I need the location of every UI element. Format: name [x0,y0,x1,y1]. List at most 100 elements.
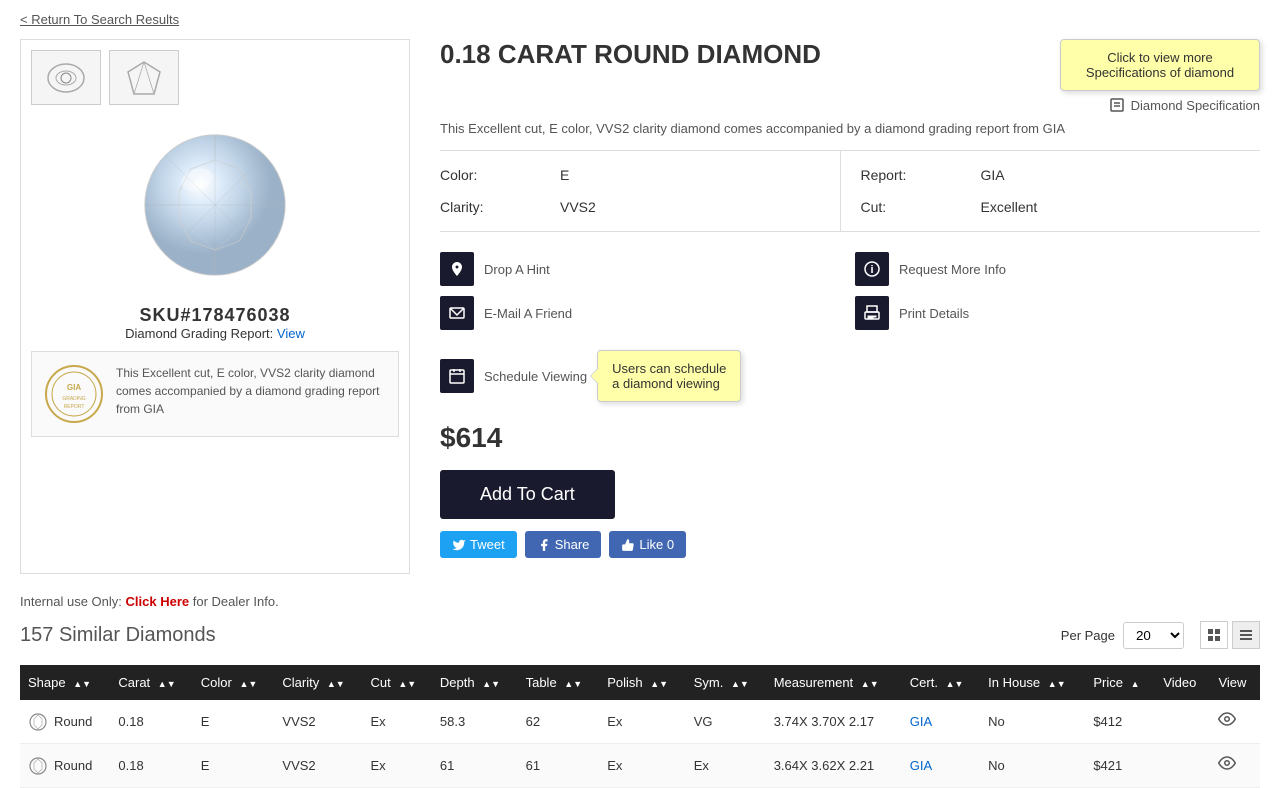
shape-value: Round [54,758,92,773]
request-info-action[interactable]: i Request More Info [855,252,1260,286]
sym-value: VG [686,700,766,744]
col-depth[interactable]: Depth ▲▼ [432,665,518,700]
video-value [1155,700,1210,744]
table-body: Round 0.18 E VVS2 Ex 58.3 62 Ex VG 3.74X… [20,700,1260,788]
fb-share-button[interactable]: Share [525,531,602,558]
svg-text:GIA: GIA [67,383,81,392]
sku-number: SKU#178476038 [31,305,399,326]
fb-like-button[interactable]: Like 0 [609,531,686,558]
diamond-main-image [31,115,399,295]
per-page-row: Per Page 20 10 50 100 [1061,622,1184,649]
table-row: Round 0.18 E VVS2 Ex 61 61 Ex Ex 3.64X 3… [20,744,1260,788]
color-value: E [193,744,275,788]
view-button[interactable] [1218,710,1236,733]
view-button[interactable] [1218,754,1236,777]
specs-col-left: Color: E Clarity: VVS2 [440,151,840,231]
cert-link[interactable]: GIA [910,714,932,729]
col-clarity[interactable]: Clarity ▲▼ [274,665,362,700]
price-value: $412 [1085,700,1155,744]
similar-count: 157 [20,624,53,646]
diamond-spec-link[interactable]: Diamond Specification [1109,97,1260,113]
shape-value: Round [54,714,92,729]
inhouse-value: No [980,700,1085,744]
cut-value: Ex [363,744,432,788]
col-cert[interactable]: Cert. ▲▼ [902,665,980,700]
round-shape-icon [28,712,48,732]
fb-like-label: Like 0 [639,537,674,552]
cert-value: GIA [902,700,980,744]
schedule-viewing-action[interactable]: Schedule Viewing [440,359,587,393]
col-video[interactable]: Video [1155,665,1210,700]
gia-box: GIA GRADING REPORT This Excellent cut, E… [31,351,399,437]
view-value [1210,700,1260,744]
cert-value: GIA [902,744,980,788]
col-view[interactable]: View [1210,665,1260,700]
drop-hint-action[interactable]: Drop A Hint [440,252,845,286]
list-view-button[interactable] [1232,621,1260,649]
tweet-button[interactable]: Tweet [440,531,517,558]
schedule-viewing-label: Schedule Viewing [484,369,587,384]
view-value [1210,744,1260,788]
col-sym[interactable]: Sym. ▲▼ [686,665,766,700]
request-info-icon: i [855,252,889,286]
product-description: This Excellent cut, E color, VVS2 clarit… [440,121,1260,136]
email-friend-label: E-Mail A Friend [484,306,572,321]
schedule-tooltip: Users can schedule a diamond viewing [597,350,741,402]
grid-view-button[interactable] [1200,621,1228,649]
add-to-cart-button[interactable]: Add To Cart [440,470,615,519]
cut-spec: Cut: Excellent [861,191,1261,223]
internal-use-row: Internal use Only: Click Here for Dealer… [0,594,1280,621]
svg-text:i: i [870,264,873,276]
similar-section: 157 Similar Diamonds Per Page 20 10 50 1… [0,621,1280,788]
col-shape[interactable]: Shape ▲▼ [20,665,110,700]
print-details-label: Print Details [899,306,969,321]
svg-text:REPORT: REPORT [64,404,85,410]
gia-description: This Excellent cut, E color, VVS2 clarit… [116,364,386,418]
polish-value: Ex [599,700,686,744]
col-inhouse[interactable]: In House ▲▼ [980,665,1085,700]
measurement-value: 3.64X 3.62X 2.21 [766,744,902,788]
email-friend-action[interactable]: E-Mail A Friend [440,296,845,330]
report-spec: Report: GIA [861,159,1261,191]
inhouse-value: No [980,744,1085,788]
table-row: Round 0.18 E VVS2 Ex 58.3 62 Ex VG 3.74X… [20,700,1260,744]
tweet-label: Tweet [470,537,505,552]
col-price[interactable]: Price ▲ [1085,665,1155,700]
per-page-select[interactable]: 20 10 50 100 [1123,622,1184,649]
request-info-label: Request More Info [899,262,1006,277]
spec-tooltip: Click to view more Specifications of dia… [1060,39,1260,91]
round-shape-icon [28,756,48,776]
left-panel: SKU#178476038 Diamond Grading Report: Vi… [20,39,410,574]
clarity-value: VVS2 [274,744,362,788]
color-spec: Color: E [440,159,840,191]
social-buttons: Tweet Share Like 0 [440,531,1260,558]
view-toggle [1200,621,1260,649]
view-report-link[interactable]: View [277,326,305,341]
print-details-action[interactable]: Print Details [855,296,1260,330]
back-link[interactable]: < Return To Search Results [0,0,1280,39]
video-value [1155,744,1210,788]
sym-value: Ex [686,744,766,788]
col-color[interactable]: Color ▲▼ [193,665,275,700]
diamonds-table: Shape ▲▼ Carat ▲▼ Color ▲▼ Clarity ▲▼ Cu… [20,665,1260,788]
sku-section: SKU#178476038 Diamond Grading Report: Vi… [31,305,399,341]
thumbnail-2[interactable] [109,50,179,105]
specs-grid: Color: E Clarity: VVS2 Report: GIA Cut: … [440,150,1260,232]
price-value: $421 [1085,744,1155,788]
clarity-spec: Clarity: VVS2 [440,191,840,223]
similar-header: 157 Similar Diamonds Per Page 20 10 50 1… [20,621,1260,649]
col-carat[interactable]: Carat ▲▼ [110,665,192,700]
internal-click-here-link[interactable]: Click Here [126,594,190,609]
cert-link[interactable]: GIA [910,758,932,773]
specs-col-right: Report: GIA Cut: Excellent [840,151,1261,231]
col-table[interactable]: Table ▲▼ [518,665,600,700]
fb-share-label: Share [555,537,590,552]
col-measurement[interactable]: Measurement ▲▼ [766,665,902,700]
table-value: 61 [518,744,600,788]
col-cut[interactable]: Cut ▲▼ [363,665,432,700]
col-polish[interactable]: Polish ▲▼ [599,665,686,700]
depth-value: 58.3 [432,700,518,744]
thumbnail-1[interactable] [31,50,101,105]
actions-grid: Drop A Hint i Request More Info [440,252,1260,330]
schedule-icon [440,359,474,393]
